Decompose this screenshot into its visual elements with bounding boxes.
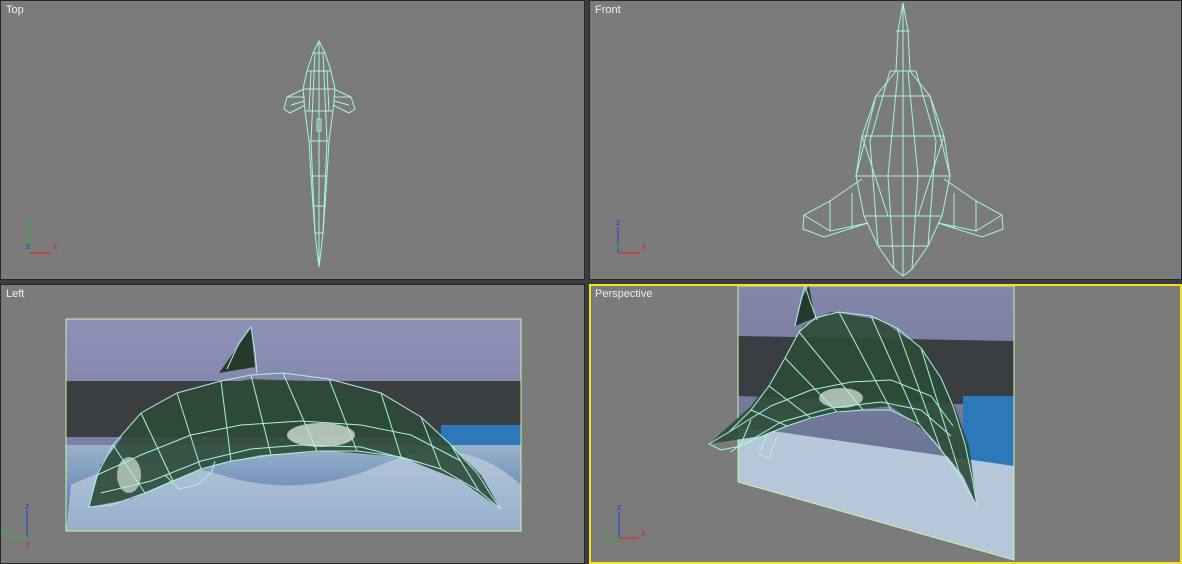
viewport-top[interactable]: Top y z x xyxy=(0,0,585,280)
dolphin-wireframe-top[interactable] xyxy=(1,1,584,279)
axis-label-x: x xyxy=(641,528,646,538)
axis-gizmo-left: z y x xyxy=(3,501,30,547)
reference-image-plane-perspective[interactable] xyxy=(591,286,1180,562)
axis-label-z: z xyxy=(617,502,622,512)
reference-image-plane-left[interactable] xyxy=(1,285,584,563)
dolphin-wireframe-front[interactable] xyxy=(590,1,1181,279)
viewport-left[interactable]: Left z y x xyxy=(0,284,585,564)
axis-label-z: z xyxy=(616,217,621,227)
axis-gizmo-top: y z x xyxy=(26,217,58,254)
axis-label-y: y xyxy=(615,241,620,251)
viewport-perspective[interactable]: Perspective z y x xyxy=(589,284,1182,564)
axis-label-z: z xyxy=(26,241,31,251)
axis-label-y: y xyxy=(603,528,608,538)
viewport-front[interactable]: Front z y x xyxy=(589,0,1182,280)
axis-label-z: z xyxy=(25,501,30,511)
axis-gizmo-front: z y x xyxy=(615,217,647,254)
axis-label-x: x xyxy=(25,539,30,547)
axis-label-y: y xyxy=(27,217,32,227)
axis-label-x: x xyxy=(642,241,647,251)
axis-label-x: x xyxy=(53,241,58,251)
axis-gizmo-perspective: z y x xyxy=(603,502,646,541)
axis-label-y: y xyxy=(3,525,8,535)
